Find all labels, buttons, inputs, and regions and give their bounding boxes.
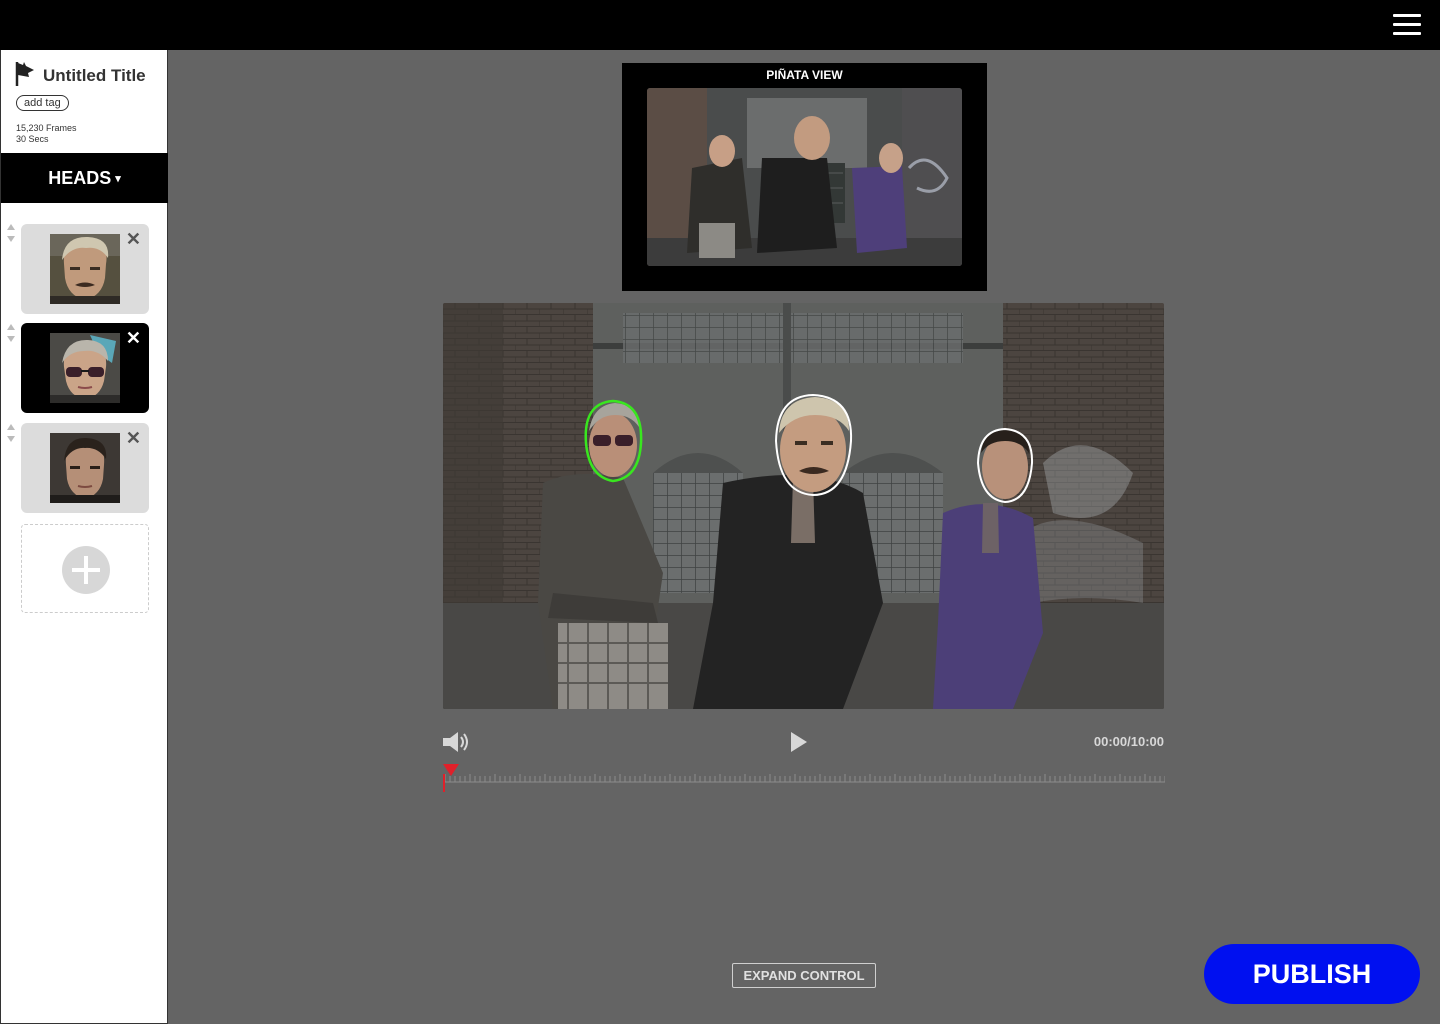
project-header: Untitled Title add tag 15,230 Frames 30 … bbox=[1, 50, 167, 153]
timecode: 00:00/10:00 bbox=[1093, 734, 1164, 749]
tracked-face-right bbox=[976, 427, 1034, 504]
add-head-button[interactable] bbox=[21, 524, 149, 613]
timeline-scrubber[interactable] bbox=[443, 760, 1165, 794]
flag-logo-icon bbox=[15, 62, 34, 86]
project-meta: 15,230 Frames 30 Secs bbox=[16, 123, 77, 145]
head-thumbnail bbox=[50, 333, 120, 403]
heads-label: HEADS bbox=[48, 167, 112, 188]
menu-icon[interactable] bbox=[1393, 14, 1421, 36]
pinata-view: PIÑATA VIEW bbox=[622, 63, 987, 291]
add-tag-button[interactable]: add tag bbox=[16, 95, 69, 111]
top-bar bbox=[0, 0, 1440, 50]
frame-count: 15,230 Frames bbox=[16, 123, 77, 133]
head-card[interactable]: ✕ bbox=[21, 423, 149, 513]
head-card-selected[interactable]: ✕ bbox=[21, 323, 149, 413]
publish-button[interactable]: PUBLISH bbox=[1204, 944, 1420, 1004]
volume-icon[interactable] bbox=[442, 730, 472, 754]
sort-handle-icon[interactable] bbox=[7, 424, 16, 442]
head-card[interactable]: ✕ bbox=[21, 224, 149, 314]
tracked-face-center bbox=[774, 393, 853, 497]
add-icon bbox=[62, 546, 110, 594]
play-icon[interactable] bbox=[790, 731, 808, 753]
sidebar: Untitled Title add tag 15,230 Frames 30 … bbox=[0, 50, 168, 1024]
duration: 30 Secs bbox=[16, 134, 49, 144]
sort-handle-icon[interactable] bbox=[7, 324, 16, 342]
heads-dropdown[interactable]: HEADS ▾ bbox=[1, 153, 168, 203]
close-icon[interactable]: ✕ bbox=[126, 230, 141, 248]
close-icon[interactable]: ✕ bbox=[126, 429, 141, 447]
head-thumbnail bbox=[50, 433, 120, 503]
pinata-view-label: PIÑATA VIEW bbox=[766, 68, 843, 82]
expand-control-button[interactable]: EXPAND CONTROL bbox=[732, 963, 876, 988]
head-thumbnail bbox=[50, 234, 120, 304]
sort-handle-icon[interactable] bbox=[7, 224, 16, 242]
chevron-down-icon: ▾ bbox=[115, 172, 121, 185]
close-icon[interactable]: ✕ bbox=[126, 329, 141, 347]
pinata-preview-image bbox=[647, 88, 962, 266]
main-video-frame[interactable] bbox=[443, 303, 1164, 709]
project-title[interactable]: Untitled Title bbox=[43, 66, 146, 86]
timeline-ticks bbox=[443, 774, 1165, 783]
